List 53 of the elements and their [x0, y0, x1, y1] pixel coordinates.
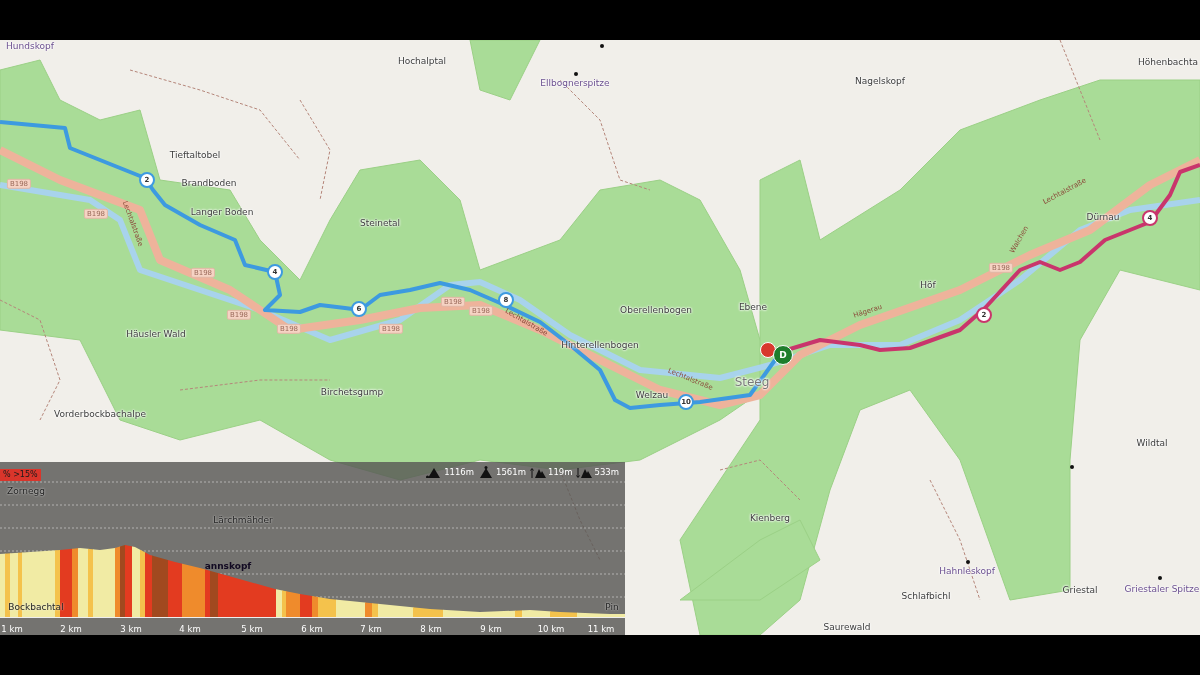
- place-label: Griestaler Spitze: [1124, 585, 1200, 595]
- place-label: Dürnau: [1086, 213, 1120, 223]
- place-label: Oberellenbogen: [620, 306, 692, 316]
- elevation-stat-value: 1116m: [444, 467, 475, 477]
- point-marker-icon: [1070, 465, 1074, 469]
- place-label: Häusler Wald: [126, 330, 186, 340]
- gradient-legend: % >15%: [0, 469, 41, 481]
- distance-tick-label: 8 km: [420, 623, 442, 634]
- ascent-mountain-icon: [529, 466, 546, 478]
- place-label: annskopf: [204, 562, 252, 572]
- distance-tick-label: 2 km: [60, 623, 82, 634]
- high-point-mountain-icon: [478, 466, 495, 478]
- place-label: Pin: [605, 603, 619, 613]
- place-label: Zornegg: [7, 487, 45, 497]
- place-label: Brandboden: [181, 179, 237, 189]
- place-label: Griestal: [1062, 586, 1098, 596]
- place-label: Ellbognerspitze: [540, 79, 610, 89]
- point-marker-icon: [574, 72, 578, 76]
- low-point-mountain-icon: [426, 466, 443, 478]
- descent-mountain-icon: [576, 466, 593, 478]
- place-label: Hochalptal: [397, 57, 447, 67]
- distance-tick-label: 11 km: [587, 623, 615, 634]
- elevation-stat-value: 119m: [547, 467, 573, 477]
- place-label: Wildtal: [1136, 439, 1168, 449]
- place-label: Tieftaltobel: [169, 151, 221, 161]
- place-label: Ebene: [738, 303, 768, 313]
- distance-tick-label: 7 km: [360, 623, 382, 634]
- point-marker-icon: [1158, 576, 1162, 580]
- place-label: Lärchmähder: [213, 516, 273, 526]
- distance-tick-label: 10 km: [537, 623, 565, 634]
- place-label: Höhenbachta: [1137, 58, 1199, 68]
- place-label: Höf: [920, 281, 936, 291]
- elevation-stat-value: 1561m: [496, 467, 526, 477]
- place-label: Vorderbockbachalpe: [54, 410, 146, 420]
- point-marker-icon: [966, 560, 970, 564]
- distance-tick-label: 9 km: [480, 623, 502, 634]
- distance-tick-label: 5 km: [241, 623, 263, 634]
- distance-tick-label: 6 km: [301, 623, 323, 634]
- place-label: Welzau: [635, 391, 669, 401]
- distance-tick-label: 3 km: [120, 623, 142, 634]
- elevation-stat-value: 533m: [594, 467, 619, 477]
- place-label: Schlafbichl: [901, 592, 951, 602]
- point-marker-icon: [600, 44, 604, 48]
- place-label: Nagelskopf: [855, 77, 905, 87]
- place-label: Birchetsgump: [320, 388, 384, 398]
- place-label: Hahnleskopf: [939, 567, 995, 577]
- distance-tick-label: 4 km: [179, 623, 201, 634]
- place-label: Kienberg: [749, 514, 791, 524]
- place-label: Saurewald: [823, 623, 871, 633]
- place-label: Hundskopf: [6, 42, 54, 52]
- place-label: Steinetal: [359, 219, 401, 229]
- distance-tick-label: 1 km: [1, 623, 23, 634]
- place-label: Langer Boden: [190, 208, 254, 218]
